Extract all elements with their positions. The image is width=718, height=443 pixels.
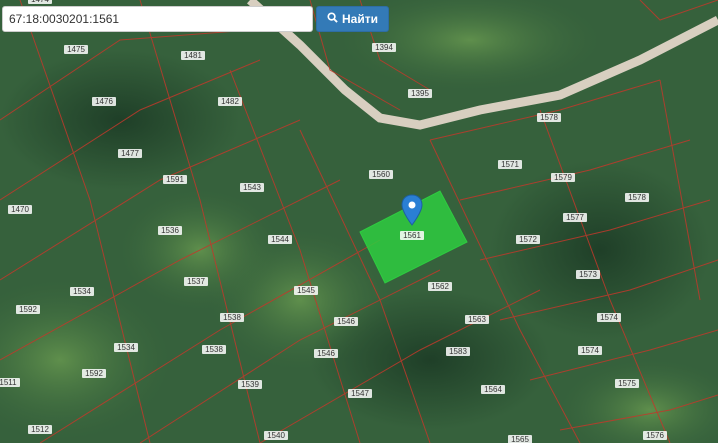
parcel-number-label[interactable]: 1543: [243, 183, 261, 192]
parcel-number-label[interactable]: 1591: [166, 175, 184, 184]
parcel-number-label[interactable]: 1475: [67, 45, 85, 54]
parcel-number-label[interactable]: 1578: [628, 193, 646, 202]
search-button[interactable]: Найти: [316, 6, 389, 32]
parcel-number-label[interactable]: 1476: [95, 97, 113, 106]
parcel-number-label[interactable]: 1538: [223, 313, 241, 322]
parcel-number-label[interactable]: 1583: [449, 347, 467, 356]
parcel-number-label[interactable]: 1573: [579, 270, 597, 279]
parcel-number-label[interactable]: 1547: [351, 389, 369, 398]
parcel-number-label[interactable]: 1577: [566, 213, 584, 222]
parcel-number-label[interactable]: 1561: [403, 231, 421, 240]
parcel-number-label[interactable]: 1565: [511, 435, 529, 443]
parcel-number-label[interactable]: 1578: [540, 113, 558, 122]
parcel-number-label[interactable]: 1576: [646, 431, 664, 440]
parcel-number-label[interactable]: 1546: [337, 317, 355, 326]
parcel-number-label[interactable]: 1512: [31, 425, 49, 434]
parcel-number-label[interactable]: 1562: [431, 282, 449, 291]
search-input[interactable]: [2, 6, 313, 32]
parcel-number-label[interactable]: 1574: [581, 346, 599, 355]
parcel-number-label[interactable]: 1563: [468, 315, 486, 324]
parcel-number-label[interactable]: 1560: [372, 170, 390, 179]
parcel-number-label[interactable]: 1544: [271, 235, 289, 244]
parcel-number-label[interactable]: 1394: [375, 43, 393, 52]
parcel-number-label[interactable]: 1470: [11, 205, 29, 214]
parcel-number-label[interactable]: 1537: [187, 277, 205, 286]
parcel-number-label[interactable]: 1534: [117, 343, 135, 352]
parcel-number-label[interactable]: 1534: [73, 287, 91, 296]
parcel-number-label[interactable]: 1482: [221, 97, 239, 106]
parcel-number-label[interactable]: 1579: [554, 173, 572, 182]
parcel-number-label[interactable]: 1536: [161, 226, 179, 235]
parcel-number-label[interactable]: 1481: [184, 51, 202, 60]
parcel-number-label[interactable]: 1546: [317, 349, 335, 358]
parcel-number-label[interactable]: 1511: [0, 378, 17, 387]
parcel-number-label[interactable]: 1474: [31, 0, 49, 4]
parcel-number-label[interactable]: 1574: [600, 313, 618, 322]
parcel-number-label[interactable]: 1477: [121, 149, 139, 158]
parcel-number-label[interactable]: 1564: [484, 385, 502, 394]
search-bar: Найти: [2, 6, 389, 32]
parcel-number-label[interactable]: 1545: [297, 286, 315, 295]
parcel-number-label[interactable]: 1538: [205, 345, 223, 354]
parcel-number-label[interactable]: 1539: [241, 380, 259, 389]
parcel-number-label[interactable]: 1540: [267, 431, 285, 440]
satellite-map[interactable]: 1474 1475 1481 1394 1395 1476 1482 1578 1477 1591…: [0, 0, 718, 443]
parcel-number-label[interactable]: 1592: [19, 305, 37, 314]
parcel-number-label[interactable]: 1592: [85, 369, 103, 378]
search-button-label: Найти: [342, 12, 378, 26]
parcel-number-label[interactable]: 1395: [411, 89, 429, 98]
parcel-number-label[interactable]: 1572: [519, 235, 537, 244]
search-icon: [327, 12, 338, 26]
parcel-number-label[interactable]: 1571: [501, 160, 519, 169]
parcel-number-label[interactable]: 1575: [618, 379, 636, 388]
